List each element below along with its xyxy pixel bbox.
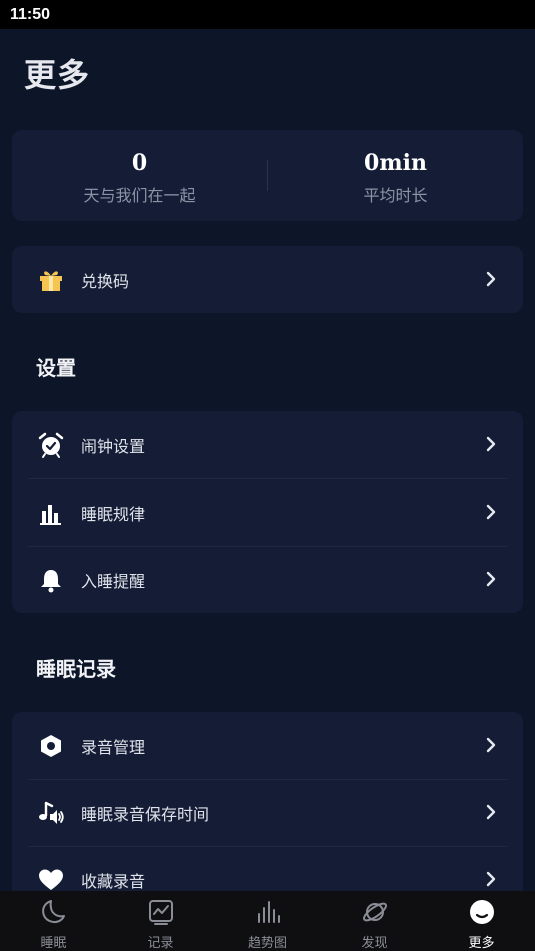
- days-together-label: 天与我们在一起: [83, 186, 196, 205]
- settings-card: 闹钟设置 睡眠规律 入睡提醒: [12, 411, 523, 613]
- chevron-right-icon: [486, 571, 496, 587]
- moon-icon: [42, 900, 65, 924]
- music-speaker-icon: [39, 801, 64, 824]
- planet-icon: [363, 902, 387, 922]
- hexagon-icon: [41, 735, 61, 757]
- average-duration-value: 0min: [364, 150, 427, 176]
- equalizer-icon: [258, 901, 280, 923]
- tab-sleep[interactable]: 睡眠: [0, 891, 107, 951]
- sleep-pattern-label: 睡眠规律: [81, 505, 146, 524]
- tab-sleep-label: 睡眠: [40, 936, 67, 951]
- status-bar: 11:50: [0, 0, 535, 29]
- recording-management-label: 录音管理: [81, 738, 146, 757]
- chevron-right-icon: [486, 871, 496, 887]
- days-together-stat: 0 天与我们在一起: [12, 130, 267, 221]
- bottom-tab-bar: 睡眠 记录 趋势图 发现 更多: [0, 891, 535, 951]
- chevron-right-icon: [486, 804, 496, 820]
- heart-icon: [39, 869, 63, 890]
- bar-chart-icon: [40, 505, 61, 525]
- chart-frame-icon: [149, 900, 173, 925]
- chevron-right-icon: [486, 271, 496, 287]
- recording-retention-label: 睡眠录音保存时间: [81, 805, 210, 824]
- gift-icon: [40, 271, 62, 291]
- page-title: 更多: [24, 56, 91, 94]
- tab-records-label: 记录: [147, 936, 174, 951]
- tab-discover-label: 发现: [361, 936, 388, 951]
- sleep-records-section-title: 睡眠记录: [36, 657, 116, 681]
- chevron-right-icon: [486, 737, 496, 753]
- bell-icon: [41, 570, 61, 593]
- status-time: 11:50: [10, 6, 51, 23]
- bedtime-reminder-label: 入睡提醒: [81, 572, 146, 591]
- settings-section-title: 设置: [36, 356, 76, 380]
- average-duration-stat: 0min 平均时长: [268, 130, 523, 221]
- tab-trends[interactable]: 趋势图: [214, 891, 321, 951]
- alarm-settings-row[interactable]: 闹钟设置: [12, 411, 523, 478]
- redeem-card: 兑换码: [12, 246, 523, 313]
- chevron-right-icon: [486, 504, 496, 520]
- favorite-recordings-label: 收藏录音: [81, 872, 146, 891]
- redeem-code-row[interactable]: 兑换码: [12, 246, 523, 313]
- recording-retention-row[interactable]: 睡眠录音保存时间: [12, 779, 523, 846]
- face-icon: [470, 900, 494, 924]
- alarm-settings-label: 闹钟设置: [81, 437, 146, 456]
- chevron-right-icon: [486, 436, 496, 452]
- sleep-pattern-row[interactable]: 睡眠规律: [12, 479, 523, 546]
- average-duration-label: 平均时长: [363, 186, 428, 205]
- tab-records[interactable]: 记录: [107, 891, 214, 951]
- redeem-code-label: 兑换码: [81, 272, 130, 291]
- tab-trends-label: 趋势图: [247, 936, 287, 951]
- days-together-value: 0: [131, 150, 148, 176]
- tab-more[interactable]: 更多: [428, 891, 535, 951]
- tab-more-label: 更多: [468, 936, 495, 951]
- bedtime-reminder-row[interactable]: 入睡提醒: [12, 546, 523, 613]
- tab-discover[interactable]: 发现: [321, 891, 428, 951]
- recording-management-row[interactable]: 录音管理: [12, 712, 523, 779]
- stats-card: 0 天与我们在一起 0min 平均时长: [12, 130, 523, 221]
- alarm-clock-icon: [38, 432, 64, 458]
- sleep-records-card: 录音管理 睡眠录音保存时间 收藏录音: [12, 712, 523, 912]
